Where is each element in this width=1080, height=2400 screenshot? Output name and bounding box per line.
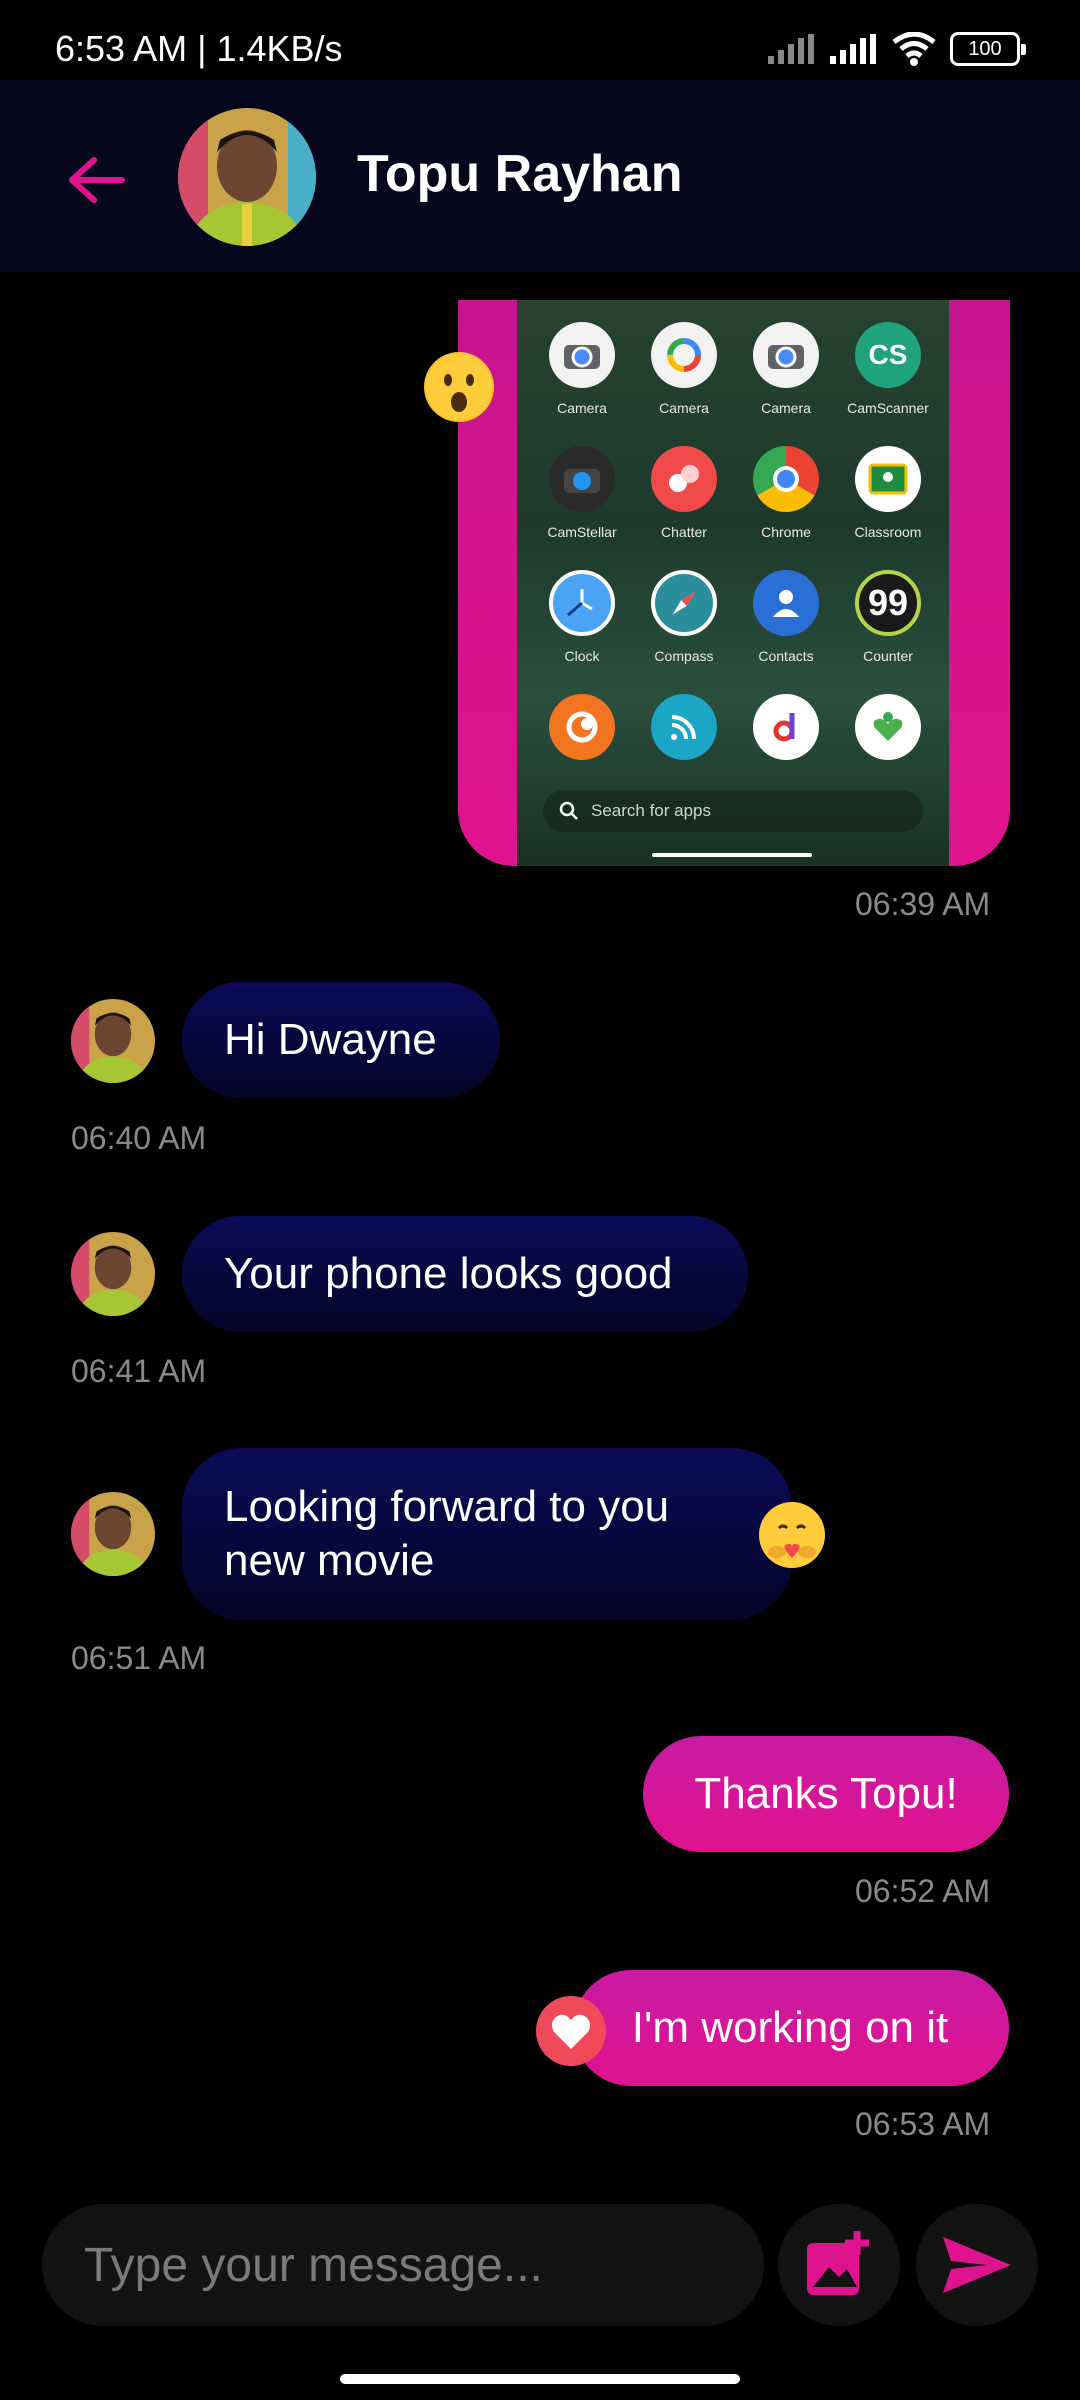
chatter-icon xyxy=(651,446,717,512)
app-clock: Clock xyxy=(531,570,633,664)
app-counter: 99 Counter xyxy=(837,570,939,664)
astonished-face-icon[interactable] xyxy=(424,352,494,422)
message-bubble-in[interactable]: Hi Dwayne xyxy=(182,982,500,1098)
back-button[interactable] xyxy=(56,140,136,220)
message-time: 06:52 AM xyxy=(855,1873,991,1909)
chrome-icon xyxy=(753,446,819,512)
camera-icon xyxy=(651,322,717,388)
message-time: 06:40 AM xyxy=(71,1120,207,1156)
contacts-icon xyxy=(753,570,819,636)
app-crunchyroll xyxy=(531,694,633,788)
search-apps-bar: Search for apps xyxy=(543,790,923,832)
camera-icon xyxy=(753,322,819,388)
clock-icon xyxy=(549,570,615,636)
hugging-face-icon[interactable] xyxy=(757,1500,827,1570)
search-icon xyxy=(559,801,578,820)
app-camstellar: CamStellar xyxy=(531,446,633,540)
message-time: 06:51 AM xyxy=(71,1640,207,1676)
app-camscanner: CS CamScanner xyxy=(837,322,939,416)
app-compass: Compass xyxy=(633,570,735,664)
cast-icon xyxy=(651,694,717,760)
message-time: 06:53 AM xyxy=(855,2106,991,2142)
attach-image-button[interactable] xyxy=(778,2204,900,2326)
signal-icon-2 xyxy=(830,34,876,64)
message-time: 06:39 AM xyxy=(855,886,991,922)
battery-indicator: 100 xyxy=(950,32,1026,66)
compass-icon xyxy=(651,570,717,636)
app-contacts: Contacts xyxy=(735,570,837,664)
wifi-icon xyxy=(892,32,936,66)
camstellar-icon xyxy=(549,446,615,512)
status-time: 6:53 AM | 1.4KB/s xyxy=(55,28,343,69)
image-message[interactable]: Camera Camera Camera CS CamScanner CamSt… xyxy=(458,300,1010,866)
app-classroom: Classroom xyxy=(837,446,939,540)
message-bubble-in[interactable]: Looking forward to you new movie xyxy=(182,1448,792,1620)
app-grid: Camera Camera Camera CS CamScanner CamSt… xyxy=(531,322,941,788)
send-button[interactable] xyxy=(916,2204,1038,2326)
navigation-bar-indicator xyxy=(340,2374,740,2384)
message-bubble-out[interactable]: I'm working on it xyxy=(573,1970,1009,2086)
message-time: 06:41 AM xyxy=(71,1353,207,1389)
arrow-left-icon xyxy=(69,157,125,203)
message-bubble-out[interactable]: Thanks Topu! xyxy=(643,1736,1009,1852)
status-bar: 6:53 AM | 1.4KB/s 100 xyxy=(0,0,1080,80)
sender-avatar[interactable] xyxy=(71,999,155,1083)
signal-icon xyxy=(768,34,814,64)
contact-avatar[interactable] xyxy=(178,108,316,246)
d-logo-icon xyxy=(753,694,819,760)
app-camera-1: Camera xyxy=(531,322,633,416)
app-dailyhunt xyxy=(735,694,837,788)
contact-name[interactable]: Topu Rayhan xyxy=(357,144,682,204)
home-indicator xyxy=(652,853,812,857)
sender-avatar[interactable] xyxy=(71,1492,155,1576)
message-input[interactable] xyxy=(82,2236,726,2294)
counter-icon: 99 xyxy=(855,570,921,636)
heart-app-icon xyxy=(855,694,921,760)
crunchyroll-icon xyxy=(549,694,615,760)
send-icon xyxy=(943,2237,1011,2293)
chat-header: Topu Rayhan xyxy=(0,80,1080,272)
app-cast xyxy=(633,694,735,788)
message-bubble-in[interactable]: Your phone looks good xyxy=(182,1216,748,1332)
sender-avatar[interactable] xyxy=(71,1232,155,1316)
status-icons: 100 xyxy=(768,32,1026,66)
app-chrome: Chrome xyxy=(735,446,837,540)
app-heart xyxy=(837,694,939,788)
app-camera-3: Camera xyxy=(735,322,837,416)
heart-reaction-icon[interactable] xyxy=(536,1996,606,2066)
classroom-icon xyxy=(855,446,921,512)
message-input-box[interactable] xyxy=(42,2204,764,2326)
camera-icon xyxy=(549,322,615,388)
shared-screenshot: Camera Camera Camera CS CamScanner CamSt… xyxy=(517,300,949,866)
add-image-icon xyxy=(807,2231,869,2295)
app-camera-2: Camera xyxy=(633,322,735,416)
app-chatter: Chatter xyxy=(633,446,735,540)
camscanner-icon: CS xyxy=(855,322,921,388)
